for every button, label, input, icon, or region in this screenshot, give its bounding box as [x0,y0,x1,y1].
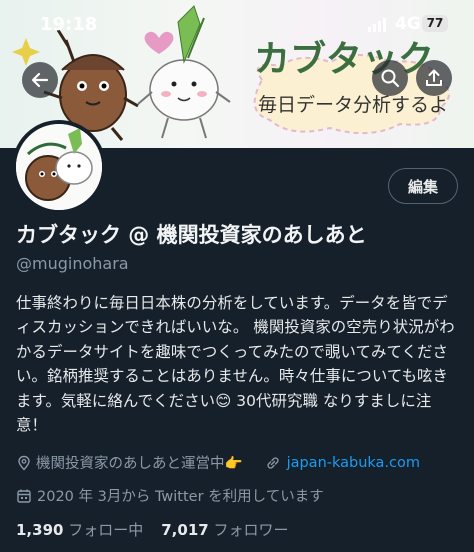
followers-count: 7,017 [161,521,209,539]
following-count: 1,390 [16,521,64,539]
display-name: カブタック @ 機関投資家のあしあと [16,223,367,247]
location-pin-icon [18,455,30,470]
status-time: 19:18 [40,14,98,35]
status-bar: 19:18 4G 77 [0,0,474,50]
user-handle: @muginohara [16,254,129,273]
banner-subtitle: 毎日データ分析するよ [258,94,449,116]
avatar-illustration [16,124,102,210]
profile-bio: 仕事終わりに毎日日本株の分析をしています。データを皆でディスカッションできればい… [16,294,455,435]
calendar-icon [17,489,31,503]
network-type: 4G [395,14,421,34]
avatar[interactable] [12,120,106,214]
profile-joined-row: 2020 年 3月から Twitter を利用しています [16,485,324,506]
back-arrow-icon [31,72,49,88]
profile-joined-date: 2020 年 3月から Twitter を利用しています [37,489,324,505]
followers-link[interactable]: 7,017 フォロワー [161,521,288,539]
link-icon [267,456,279,469]
following-link[interactable]: 1,390 フォロー中 [16,521,143,539]
search-button[interactable] [372,60,408,96]
profile-location-row: 機関投資家のあしあと運営中👉 japan-kabuka.com [16,452,420,473]
followers-label: フォロワー [213,521,289,539]
edit-profile-button[interactable]: 編集 [388,168,458,204]
signal-icon [368,18,386,32]
follow-stats: 1,390 フォロー中 7,017 フォロワー [16,519,289,540]
following-label: フォロー中 [68,521,144,539]
profile-location: 機関投資家のあしあと運営中👉 [36,456,243,472]
profile-website-link[interactable]: japan-kabuka.com [287,455,420,471]
search-icon [381,69,400,88]
share-icon [426,69,442,86]
back-button[interactable] [22,62,58,98]
battery-icon: 77 [422,15,448,32]
share-button[interactable] [416,60,452,96]
